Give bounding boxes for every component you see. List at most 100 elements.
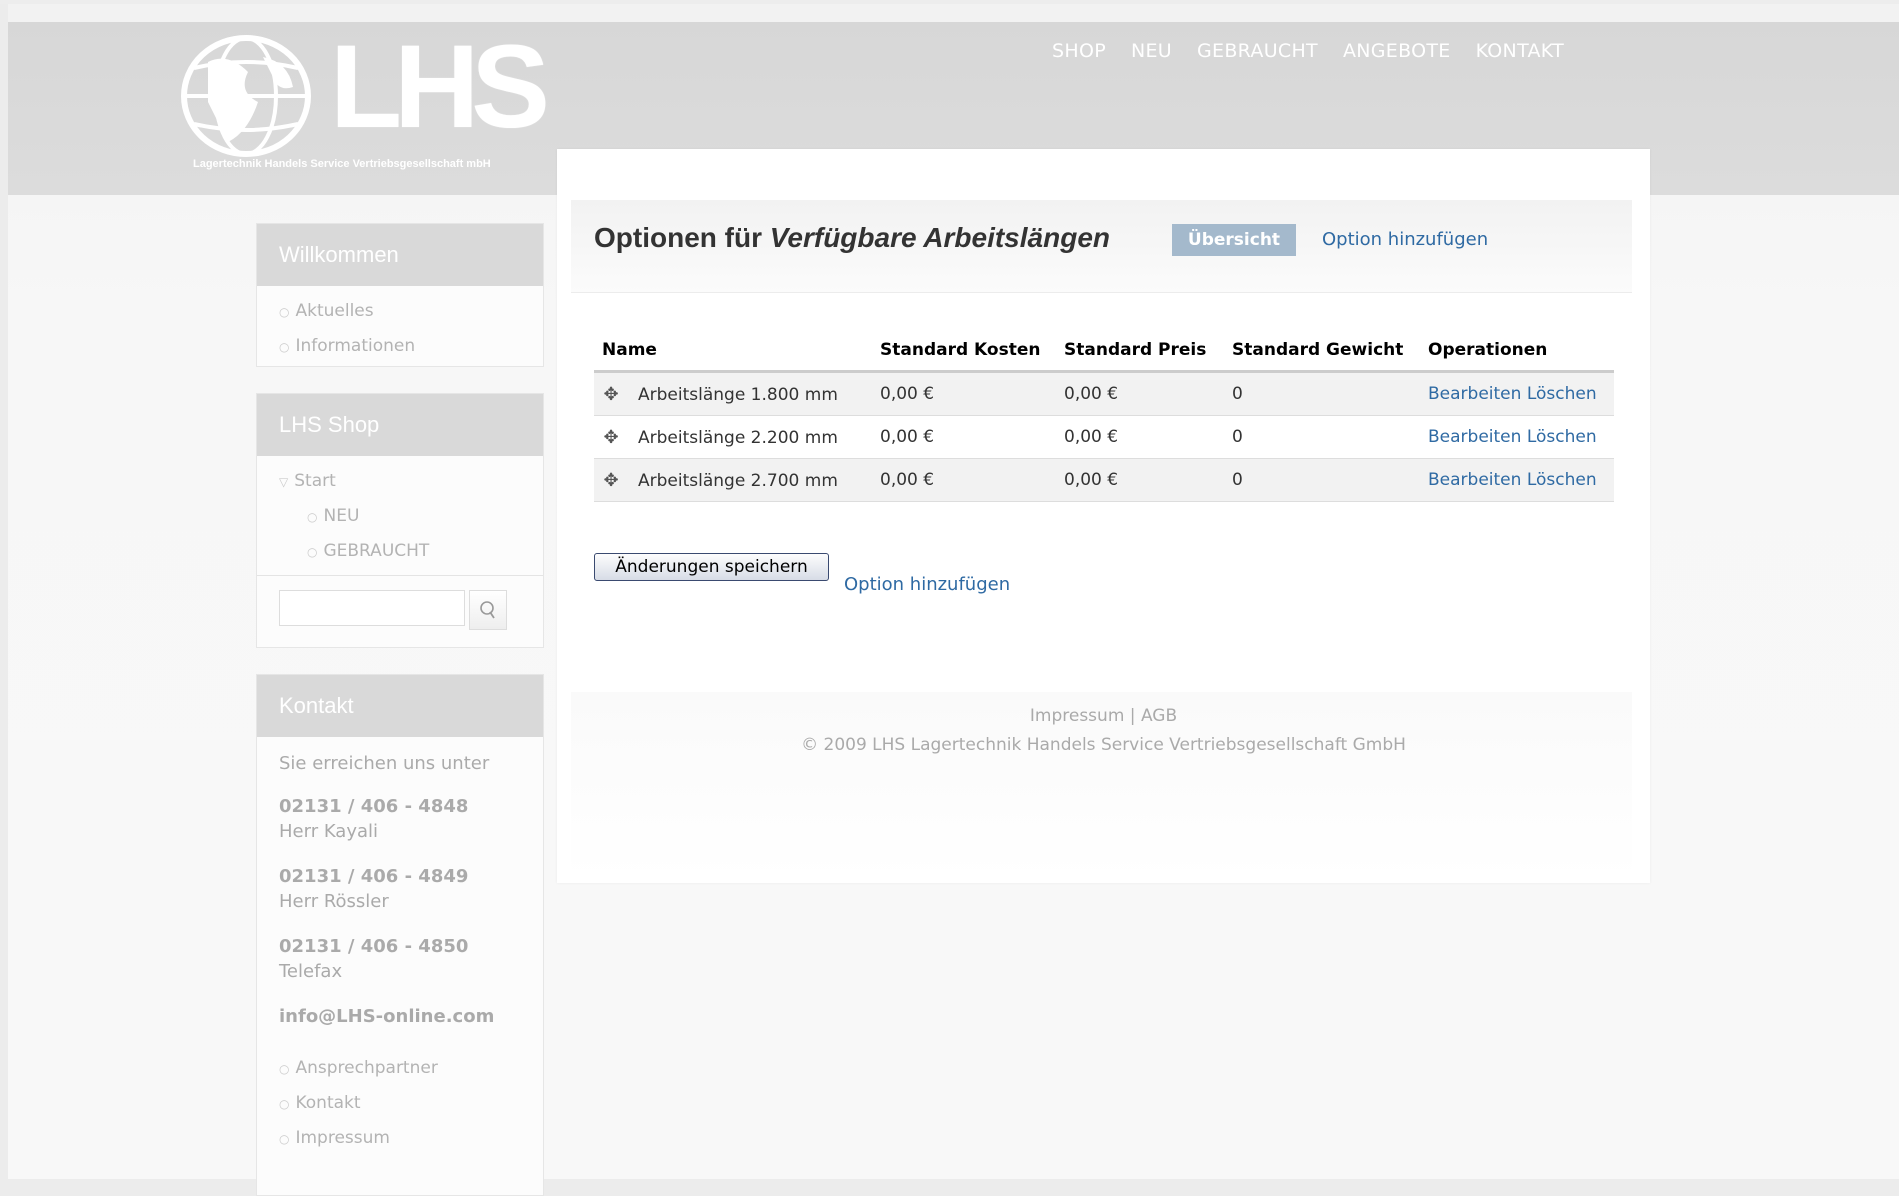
- table-row: ✥ Arbeitslänge 2.200 mm 0,00 € 0,00 € 0 B…: [594, 415, 1614, 459]
- sidebar-item-kontakt[interactable]: ○ Kontakt: [257, 1086, 543, 1121]
- drag-handle-icon[interactable]: ✥: [602, 427, 620, 448]
- nav-neu[interactable]: NEU: [1131, 40, 1172, 62]
- logo[interactable]: LHS Lagertechnik Handels Service Vertrie…: [178, 28, 550, 180]
- page-title: Optionen für Verfügbare Arbeitslängen: [594, 222, 1110, 254]
- sidebar-welcome-list: ○ Aktuelles ○ Informationen: [257, 286, 543, 364]
- option-operations: Bearbeiten Löschen: [1420, 371, 1614, 416]
- sidebar-item-label: Impressum: [295, 1128, 390, 1148]
- tab-overview[interactable]: Übersicht: [1172, 224, 1296, 256]
- nav-kontakt[interactable]: KONTAKT: [1476, 40, 1564, 62]
- sidebar-item-label: GEBRAUCHT: [323, 541, 430, 561]
- sidebar-item-informationen[interactable]: ○ Informationen: [257, 329, 543, 364]
- sidebar-item-ansprechpartner[interactable]: ○ Ansprechpartner: [257, 1051, 543, 1086]
- sidebar-shop-block: LHS Shop ▽ Start ○ NEU ○ GEBRAUCHT: [256, 393, 544, 648]
- sidebar-item-label: Informationen: [295, 336, 416, 356]
- option-name: Arbeitslänge 2.700 mm: [638, 470, 838, 491]
- sidebar-contact-list: ○ Ansprechpartner ○ Kontakt ○ Impressum: [257, 1051, 543, 1156]
- option-price: 0,00 €: [1056, 458, 1224, 502]
- option-name-cell: ✥ Arbeitslänge 2.700 mm: [594, 458, 872, 502]
- sidebar-shop-title: LHS Shop: [257, 394, 543, 456]
- sidebar-item-label: NEU: [323, 506, 360, 526]
- column-header-name: Name: [594, 330, 872, 373]
- sidebar-contact-block: Kontakt Sie erreichen uns unter 02131 / …: [256, 674, 544, 1196]
- nav-shop[interactable]: SHOP: [1052, 40, 1106, 62]
- fax-number: 02131 / 406 - 4850: [279, 936, 469, 957]
- sidebar-item-aktuelles[interactable]: ○ Aktuelles: [257, 294, 543, 329]
- option-operations: Bearbeiten Löschen: [1420, 415, 1614, 459]
- tab-add-option[interactable]: Option hinzufügen: [1322, 229, 1488, 250]
- delete-link[interactable]: Löschen: [1527, 427, 1597, 447]
- column-header-weight: Standard Gewicht: [1224, 330, 1420, 373]
- option-price: 0,00 €: [1056, 415, 1224, 459]
- phone-label: Herr Rössler: [279, 891, 389, 912]
- phone-label: Herr Kayali: [279, 821, 379, 842]
- page-title-option-group: Verfügbare Arbeitslängen: [769, 222, 1110, 253]
- table-row: ✥ Arbeitslänge 2.700 mm 0,00 € 0,00 € 0 B…: [594, 458, 1614, 502]
- sidebar-welcome-block: Willkommen ○ Aktuelles ○ Informationen: [256, 223, 544, 367]
- option-cost: 0,00 €: [872, 371, 1056, 416]
- sidebar-item-label: Aktuelles: [295, 301, 374, 321]
- search-button[interactable]: [469, 590, 507, 630]
- page-title-prefix: Optionen für: [594, 222, 770, 253]
- search-row: [257, 575, 543, 646]
- phone-number: 02131 / 406 - 4848: [279, 796, 469, 817]
- column-header-operations: Operationen: [1420, 330, 1614, 373]
- triangle-down-icon: ▽: [279, 475, 289, 489]
- table-row: ✥ Arbeitslänge 1.800 mm 0,00 € 0,00 € 0 B…: [594, 371, 1614, 416]
- bullet-icon: ○: [279, 1132, 290, 1146]
- nav-gebraucht[interactable]: GEBRAUCHT: [1197, 40, 1318, 62]
- bullet-icon: ○: [279, 1097, 290, 1111]
- column-header-cost: Standard Kosten: [872, 330, 1056, 373]
- delete-link[interactable]: Löschen: [1527, 470, 1597, 490]
- option-weight: 0: [1224, 371, 1420, 416]
- nav-angebote[interactable]: ANGEBOTE: [1343, 40, 1451, 62]
- options-table: Name Standard Kosten Standard Preis Stan…: [594, 330, 1614, 502]
- option-cost: 0,00 €: [872, 458, 1056, 502]
- sidebar-shop-list: ▽ Start ○ NEU ○ GEBRAUCHT: [257, 456, 543, 569]
- top-navigation: SHOP NEU GEBRAUCHT ANGEBOTE KONTAKT: [1052, 40, 1564, 62]
- sidebar-contact-title: Kontakt: [257, 675, 543, 737]
- option-name-cell: ✥ Arbeitslänge 1.800 mm: [594, 371, 872, 416]
- logo-text: LHS: [330, 21, 550, 153]
- sidebar-item-gebraucht[interactable]: ○ GEBRAUCHT: [257, 534, 543, 569]
- bullet-icon: ○: [279, 305, 290, 319]
- logo-subtitle: Lagertechnik Handels Service Vertriebsge…: [193, 158, 491, 170]
- sidebar-item-neu[interactable]: ○ NEU: [257, 499, 543, 534]
- option-name: Arbeitslänge 1.800 mm: [638, 384, 838, 405]
- agb-link[interactable]: AGB: [1141, 706, 1177, 726]
- drag-handle-icon[interactable]: ✥: [602, 470, 620, 491]
- sidebar-item-label: Start: [294, 471, 336, 491]
- bullet-icon: ○: [307, 510, 318, 524]
- option-weight: 0: [1224, 458, 1420, 502]
- option-price: 0,00 €: [1056, 371, 1224, 416]
- search-icon: [480, 601, 495, 619]
- sidebar-item-impressum[interactable]: ○ Impressum: [257, 1121, 543, 1156]
- globe-icon: [181, 35, 311, 157]
- delete-link[interactable]: Löschen: [1527, 384, 1597, 404]
- column-header-price: Standard Preis: [1056, 330, 1224, 373]
- bullet-icon: ○: [307, 545, 318, 559]
- option-cost: 0,00 €: [872, 415, 1056, 459]
- phone-number: 02131 / 406 - 4849: [279, 866, 469, 887]
- bullet-icon: ○: [279, 340, 290, 354]
- sidebar-item-start[interactable]: ▽ Start: [257, 464, 543, 499]
- footer-separator: |: [1124, 706, 1141, 726]
- search-input[interactable]: [279, 590, 465, 626]
- option-name: Arbeitslänge 2.200 mm: [638, 427, 838, 448]
- impressum-link[interactable]: Impressum: [1030, 706, 1125, 726]
- drag-handle-icon[interactable]: ✥: [602, 384, 620, 405]
- sidebar-item-label: Ansprechpartner: [295, 1058, 438, 1078]
- edit-link[interactable]: Bearbeiten: [1428, 384, 1521, 404]
- option-name-cell: ✥ Arbeitslänge 2.200 mm: [594, 415, 872, 459]
- option-operations: Bearbeiten Löschen: [1420, 458, 1614, 502]
- save-changes-button[interactable]: Änderungen speichern: [594, 553, 829, 581]
- option-weight: 0: [1224, 415, 1420, 459]
- contact-email[interactable]: info@LHS-online.com: [279, 1006, 521, 1027]
- fax-label: Telefax: [279, 961, 343, 982]
- table-header-row: Name Standard Kosten Standard Preis Stan…: [594, 330, 1614, 373]
- add-option-link[interactable]: Option hinzufügen: [844, 574, 1010, 595]
- edit-link[interactable]: Bearbeiten: [1428, 470, 1521, 490]
- edit-link[interactable]: Bearbeiten: [1428, 427, 1521, 447]
- sidebar-welcome-title: Willkommen: [257, 224, 543, 286]
- sidebar-item-label: Kontakt: [295, 1093, 361, 1113]
